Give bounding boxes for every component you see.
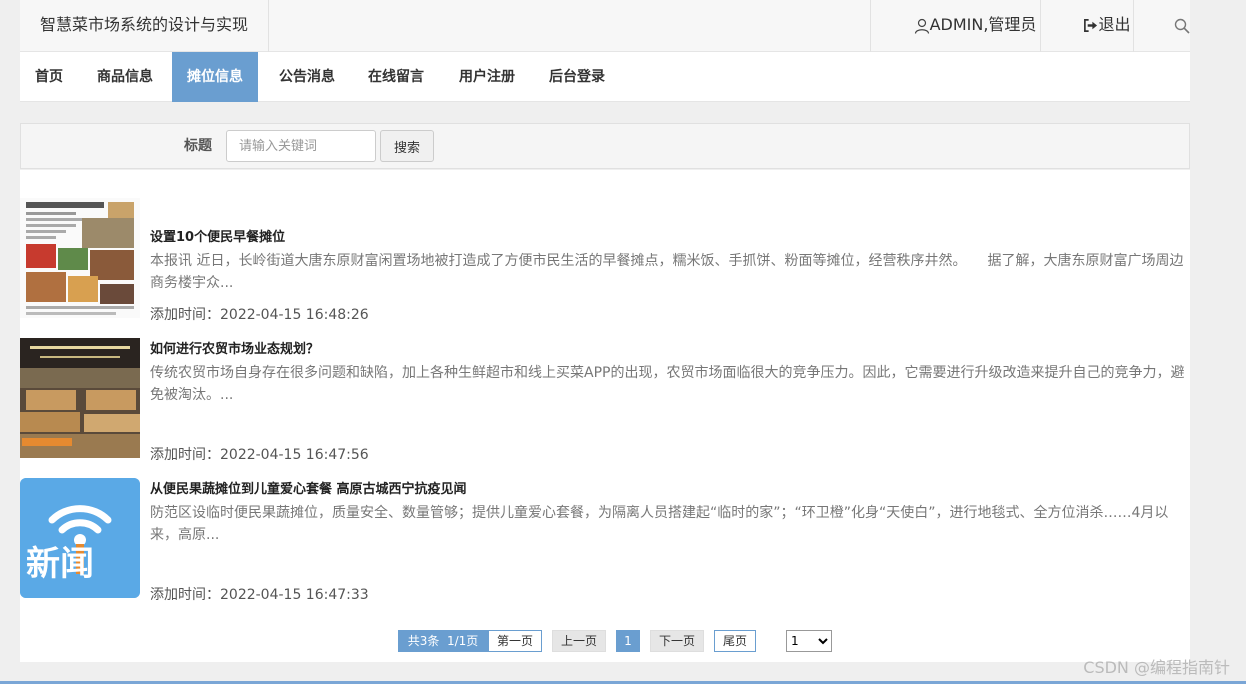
user-menu[interactable]: ADMIN,管理员 xyxy=(890,0,1060,52)
top-bar: 智慧菜市场系统的设计与实现 ADMIN,管理员 退出 xyxy=(20,0,1190,52)
nav-item-messages[interactable]: 在线留言 xyxy=(356,52,436,102)
news-title[interactable]: 从便民果蔬摊位到儿童爱心套餐 高原古城西宁抗疫见闻 xyxy=(150,478,467,497)
news-title[interactable]: 设置10个便民早餐摊位 xyxy=(150,226,285,245)
logout-button[interactable]: 退出 xyxy=(1061,0,1153,52)
search-bar: 标题 搜索 xyxy=(20,123,1190,169)
pagination-pages: 1/1页 xyxy=(446,634,479,648)
list-item[interactable]: 新闻 从便民果蔬摊位到儿童爱心套餐 高原古城西宁抗疫见闻 防范区设临时便民果蔬摊… xyxy=(20,478,1190,603)
pagination-summary: 共3条 1/1页 xyxy=(398,630,488,652)
news-time: 添加时间：2022-04-15 16:48:26 xyxy=(150,307,369,323)
sign-out-icon xyxy=(1084,19,1098,32)
news-logo-icon: 新闻 xyxy=(20,478,140,598)
watermark: CSDN @编程指南针 xyxy=(1083,658,1230,677)
header-search-button[interactable] xyxy=(1154,0,1210,52)
news-logo-text: 新闻 xyxy=(26,544,94,584)
nav-item-admin-login[interactable]: 后台登录 xyxy=(536,52,618,102)
news-summary: 本报讯 近日，长岭街道大唐东原财富闲置场地被打造成了方便市民生活的早餐摊点，糯米… xyxy=(150,253,1184,291)
news-summary: 防范区设临时便民果蔬摊位，质量安全、数量管够；提供儿童爱心套餐，为隔离人员搭建起… xyxy=(150,505,1169,543)
news-time: 添加时间：2022-04-15 16:47:56 xyxy=(150,447,369,463)
nav-item-stalls[interactable]: 摊位信息 xyxy=(172,52,258,102)
news-time: 添加时间：2022-04-15 16:47:33 xyxy=(150,587,369,603)
news-summary: 传统农贸市场自身存在很多问题和缺陷，加上各种生鲜超市和线上买菜APP的出现，农贸… xyxy=(150,365,1185,403)
divider xyxy=(268,0,269,52)
news-title[interactable]: 如何进行农贸市场业态规划？ xyxy=(150,338,319,357)
nav-item-products[interactable]: 商品信息 xyxy=(84,52,166,102)
page-select[interactable]: 1 xyxy=(786,630,832,652)
list-item[interactable]: 设置10个便民早餐摊位 本报讯 近日，长岭街道大唐东原财富闲置场地被打造成了方便… xyxy=(20,198,1190,323)
search-input[interactable] xyxy=(226,130,376,162)
nav-item-announcements[interactable]: 公告消息 xyxy=(266,52,348,102)
nav-item-register[interactable]: 用户注册 xyxy=(446,52,528,102)
current-page[interactable]: 1 xyxy=(616,630,640,652)
divider xyxy=(870,0,871,52)
divider xyxy=(1040,0,1041,52)
divider xyxy=(1133,0,1134,52)
news-list: 设置10个便民早餐摊位 本报讯 近日，长岭街道大唐东原财富闲置场地被打造成了方便… xyxy=(20,170,1190,662)
nav-item-home[interactable]: 首页 xyxy=(20,52,78,102)
search-icon xyxy=(1174,18,1190,34)
news-thumbnail[interactable]: 新闻 xyxy=(20,478,140,598)
first-page-button[interactable]: 第一页 xyxy=(488,630,542,652)
main-nav: 首页 商品信息 摊位信息 公告消息 在线留言 用户注册 后台登录 xyxy=(20,52,1190,102)
user-icon xyxy=(914,18,929,34)
next-page-button[interactable]: 下一页 xyxy=(650,630,704,652)
site-title[interactable]: 智慧菜市场系统的设计与实现 xyxy=(40,0,248,50)
logout-label: 退出 xyxy=(1098,15,1131,34)
last-page-button[interactable]: 尾页 xyxy=(714,630,756,652)
news-thumbnail[interactable] xyxy=(20,338,140,458)
search-button[interactable]: 搜索 xyxy=(380,130,434,162)
pagination-total: 共3条 xyxy=(407,634,440,648)
news-thumbnail[interactable] xyxy=(20,198,140,318)
list-item[interactable]: 如何进行农贸市场业态规划？ 传统农贸市场自身存在很多问题和缺陷，加上各种生鲜超市… xyxy=(20,338,1190,463)
user-label: ADMIN,管理员 xyxy=(929,15,1037,34)
prev-page-button[interactable]: 上一页 xyxy=(552,630,606,652)
search-label: 标题 xyxy=(184,138,212,154)
